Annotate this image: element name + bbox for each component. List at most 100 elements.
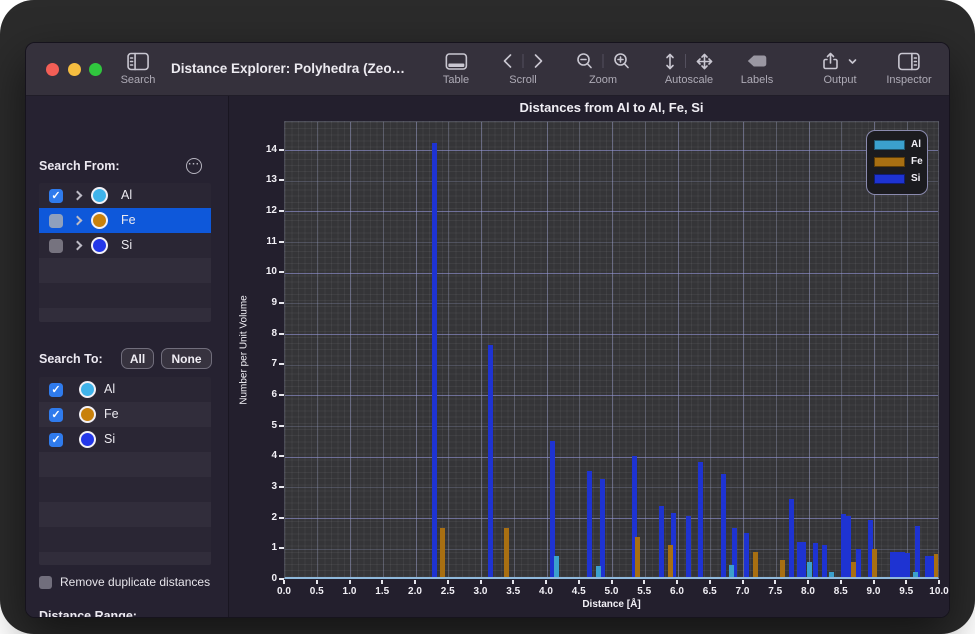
zoom-in-icon[interactable] [613,52,631,70]
y-tick-label: 14 [255,144,277,155]
toolbar-search-button[interactable]: Search [121,50,156,86]
list-item-fe[interactable]: Fe [39,208,211,233]
bar-al [829,572,834,577]
gridline [612,122,613,577]
x-tick [349,580,351,584]
gridline [383,122,384,577]
bar-fe [780,560,785,577]
element-checkbox[interactable] [49,214,63,228]
chart-title: Distances from Al to Al, Fe, Si [284,100,939,115]
bar-si [856,549,861,577]
toolbar-autoscale-group[interactable]: Autoscale [664,50,714,86]
y-tick [279,210,284,212]
y-tick [279,363,284,365]
y-tick [279,241,284,243]
gridline [350,122,351,577]
bar-si [789,499,794,577]
x-tick-label: 5.5 [629,586,659,597]
toolbar-labels-button[interactable]: Labels [741,50,773,86]
disclosure-chevron-icon[interactable] [73,215,83,225]
scroll-right-icon[interactable] [533,52,545,70]
list-item-al[interactable]: ✓ Al [39,377,211,402]
x-tick-label: 2.5 [433,586,463,597]
scroll-left-icon[interactable] [502,52,514,70]
search-from-list: ✓Al Fe Si [39,183,211,322]
y-tick [279,517,284,519]
toolbar-inspector-button[interactable]: Inspector [886,50,931,86]
legend-label: Al [911,139,921,150]
bar-si [721,474,726,577]
x-tick-label: 4.0 [531,586,561,597]
gridline [776,122,777,577]
atom-color-swatch [91,237,108,254]
gridline [710,122,711,577]
disclosure-chevron-icon[interactable] [73,240,83,250]
element-checkbox[interactable]: ✓ [49,408,63,422]
x-tick [709,580,711,584]
bar-si [813,543,818,577]
bar-al [596,566,601,577]
element-label: Al [104,382,115,396]
gridline [579,122,580,577]
x-tick [774,580,776,584]
element-checkbox[interactable] [49,239,63,253]
list-item-si[interactable]: Si [39,233,211,258]
y-tick-label: 9 [255,297,277,308]
toolbar-scroll-group[interactable]: Scroll [502,50,545,86]
y-tick-label: 12 [255,205,277,216]
y-tick [279,333,284,335]
toolbar-table-button[interactable]: Table [443,50,469,86]
gridline [285,487,938,488]
element-label: Fe [121,213,136,227]
search-to-heading: Search To: [39,352,103,366]
gridline [285,150,938,151]
x-tick [381,580,383,584]
list-item-al[interactable]: ✓Al [39,183,211,208]
gridline [841,122,842,577]
none-button[interactable]: None [161,348,212,369]
list-item-si[interactable]: ✓Si [39,427,211,452]
gridline [285,549,938,550]
element-checkbox[interactable]: ✓ [49,189,63,203]
remove-duplicates-label: Remove duplicate distances [60,575,210,589]
zoom-out-icon[interactable] [576,52,594,70]
gridline [285,273,938,274]
sidebar: Search From: ··· ✓AlFeSi Search To: All … [26,96,229,617]
bar-fe [504,528,509,577]
list-item-empty [39,502,211,527]
list-item-empty [39,258,211,283]
element-checkbox[interactable]: ✓ [49,433,63,447]
toolbar-zoom-group[interactable]: Zoom [576,50,631,86]
search-to-list: ✓ Al ✓Fe✓Si [39,377,211,565]
element-checkbox[interactable]: ✓ [49,383,63,397]
x-axis-label: Distance [Å] [284,599,939,610]
window-title: Distance Explorer: Polyhedra (Zeo… [171,61,405,76]
all-button[interactable]: All [121,348,154,369]
y-tick-label: 7 [255,358,277,369]
list-item-empty [39,477,211,502]
toolbar-search-label: Search [121,74,156,86]
gridline [285,211,938,212]
toolbar-table-label: Table [443,74,469,86]
remove-duplicates-checkbox[interactable] [39,576,52,589]
separator [523,54,524,68]
x-tick-label: 7.0 [728,586,758,597]
zoom-window-button[interactable] [89,63,102,76]
more-options-icon[interactable]: ··· [186,158,202,174]
gridline [285,457,938,458]
app-window: Search Distance Explorer: Polyhedra (Zeo… [25,42,950,618]
plot-area[interactable] [284,121,939,579]
gridline [416,122,417,577]
bar-si [600,479,605,577]
list-item-empty [39,308,211,322]
vertical-scale-icon[interactable] [664,52,676,71]
gridline [448,122,449,577]
x-tick-label: 6.5 [695,586,725,597]
toolbar-output-button[interactable]: Output [823,50,858,86]
close-window-button[interactable] [46,63,59,76]
move-autoscale-icon[interactable] [695,52,714,71]
x-tick [611,580,613,584]
minimize-window-button[interactable] [68,63,81,76]
list-item-fe[interactable]: ✓Fe [39,402,211,427]
disclosure-chevron-icon[interactable] [73,190,83,200]
